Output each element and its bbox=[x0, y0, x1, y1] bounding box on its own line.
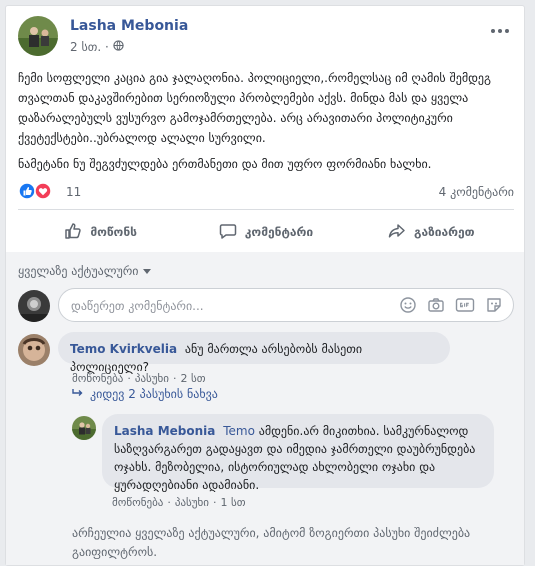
comments-section: ყველაზე აქტუალური დაწერეთ კომენტარი... T… bbox=[6, 252, 524, 565]
separator: · bbox=[172, 372, 177, 385]
separator: · bbox=[212, 496, 217, 509]
more-options-icon[interactable] bbox=[490, 18, 510, 39]
reply-mention[interactable]: Temo bbox=[223, 424, 255, 438]
comment-input-tools bbox=[399, 296, 503, 318]
comment-item: Temo Kvirkvelia ანუ მართლა არსებობს მასე… bbox=[18, 332, 514, 392]
reply-bubble: Lasha Mebonia Temo ამდენი.არ მიკითხია. ს… bbox=[102, 414, 494, 492]
reply-like-link[interactable]: მოწონება bbox=[112, 496, 163, 509]
reply-arrow-icon bbox=[72, 387, 84, 401]
post-body: ჩემი სოფლელი კაცია გია ჯალაღონია. პოლიცი… bbox=[18, 68, 518, 180]
post-header: Lasha Mebonia 2 სთ. · bbox=[18, 16, 514, 62]
divider bbox=[18, 209, 514, 210]
reply-author[interactable]: Lasha Mebonia bbox=[114, 424, 215, 438]
post-card: Lasha Mebonia 2 სთ. · ჩემი სოფლელი კაცია… bbox=[5, 5, 525, 566]
caret-down-icon bbox=[142, 264, 151, 278]
comment-reply-link[interactable]: პასუხი bbox=[135, 372, 169, 385]
comment-author[interactable]: Temo Kvirkvelia bbox=[70, 342, 177, 356]
post-time[interactable]: 2 სთ. · bbox=[70, 40, 109, 54]
reply-item: Lasha Mebonia Temo ამდენი.არ მიკითხია. ს… bbox=[72, 414, 514, 514]
view-more-replies[interactable]: კიდევ 2 პასუხის ნახვა bbox=[72, 387, 218, 401]
post-actions: მოწონს კომენტარი გაზიარეთ bbox=[18, 216, 514, 248]
share-label: გაზიარეთ bbox=[414, 225, 475, 239]
share-button[interactable]: გაზიარეთ bbox=[349, 216, 514, 248]
thumbs-up-icon bbox=[64, 222, 82, 243]
comment-time[interactable]: 2 სთ bbox=[180, 372, 205, 385]
comment-like-link[interactable]: მოწონება bbox=[72, 372, 123, 385]
separator: · bbox=[127, 372, 131, 385]
post-paragraph-2: ნამეტანი ნუ შეგვძულდება ერთმანეთი და მით… bbox=[18, 157, 432, 171]
comment-meta: მოწონება · პასუხი · 2 სთ bbox=[72, 372, 206, 385]
current-user-avatar[interactable] bbox=[18, 290, 50, 322]
sticker-icon[interactable] bbox=[485, 296, 503, 318]
speech-bubble-icon bbox=[219, 222, 237, 243]
commenter-avatar[interactable] bbox=[18, 334, 50, 366]
reply-reply-link[interactable]: პასუხი bbox=[175, 496, 209, 509]
filter-notice: არჩეულია ყველაზე აქტუალური, ამიტომ ზოგიე… bbox=[72, 526, 471, 559]
separator: · bbox=[167, 496, 171, 509]
like-love-icon bbox=[18, 182, 52, 200]
comment-bubble: Temo Kvirkvelia ანუ მართლა არსებობს მასე… bbox=[58, 332, 450, 374]
like-button[interactable]: მოწონს bbox=[18, 216, 183, 248]
post-meta: 2 სთ. · bbox=[70, 40, 124, 54]
view-more-replies-label: კიდევ 2 პასუხის ნახვა bbox=[90, 387, 218, 401]
gif-icon[interactable] bbox=[455, 296, 475, 318]
reply-time[interactable]: 1 სთ bbox=[220, 496, 245, 509]
reply-meta: მოწონება · პასუხი · 1 სთ bbox=[112, 496, 246, 509]
share-arrow-icon bbox=[388, 222, 406, 243]
author-avatar[interactable] bbox=[18, 16, 58, 56]
reaction-count[interactable]: 11 bbox=[66, 185, 81, 199]
sort-label: ყველაზე აქტუალური bbox=[18, 264, 139, 278]
reply-author-avatar[interactable] bbox=[72, 416, 96, 440]
comment-input-placeholder: დაწერეთ კომენტარი... bbox=[71, 299, 204, 313]
comment-count[interactable]: 4 კომენტარი bbox=[439, 185, 514, 199]
comment-button[interactable]: კომენტარი bbox=[183, 216, 348, 248]
comment-input[interactable]: დაწერეთ კომენტარი... bbox=[58, 288, 514, 322]
emoji-icon[interactable] bbox=[399, 296, 417, 318]
globe-icon bbox=[113, 40, 124, 54]
reaction-icons[interactable] bbox=[18, 182, 54, 200]
camera-icon[interactable] bbox=[427, 296, 445, 318]
like-label: მოწონს bbox=[90, 225, 137, 239]
write-comment-row: დაწერეთ კომენტარი... bbox=[18, 288, 514, 322]
post-author[interactable]: Lasha Mebonia bbox=[70, 18, 188, 34]
post-paragraph-1: ჩემი სოფლელი კაცია გია ჯალაღონია. პოლიცი… bbox=[18, 71, 491, 145]
reactions-bar: 11 4 კომენტარი bbox=[18, 182, 514, 202]
sort-dropdown[interactable]: ყველაზე აქტუალური bbox=[18, 264, 151, 278]
comment-label: კომენტარი bbox=[244, 225, 314, 239]
